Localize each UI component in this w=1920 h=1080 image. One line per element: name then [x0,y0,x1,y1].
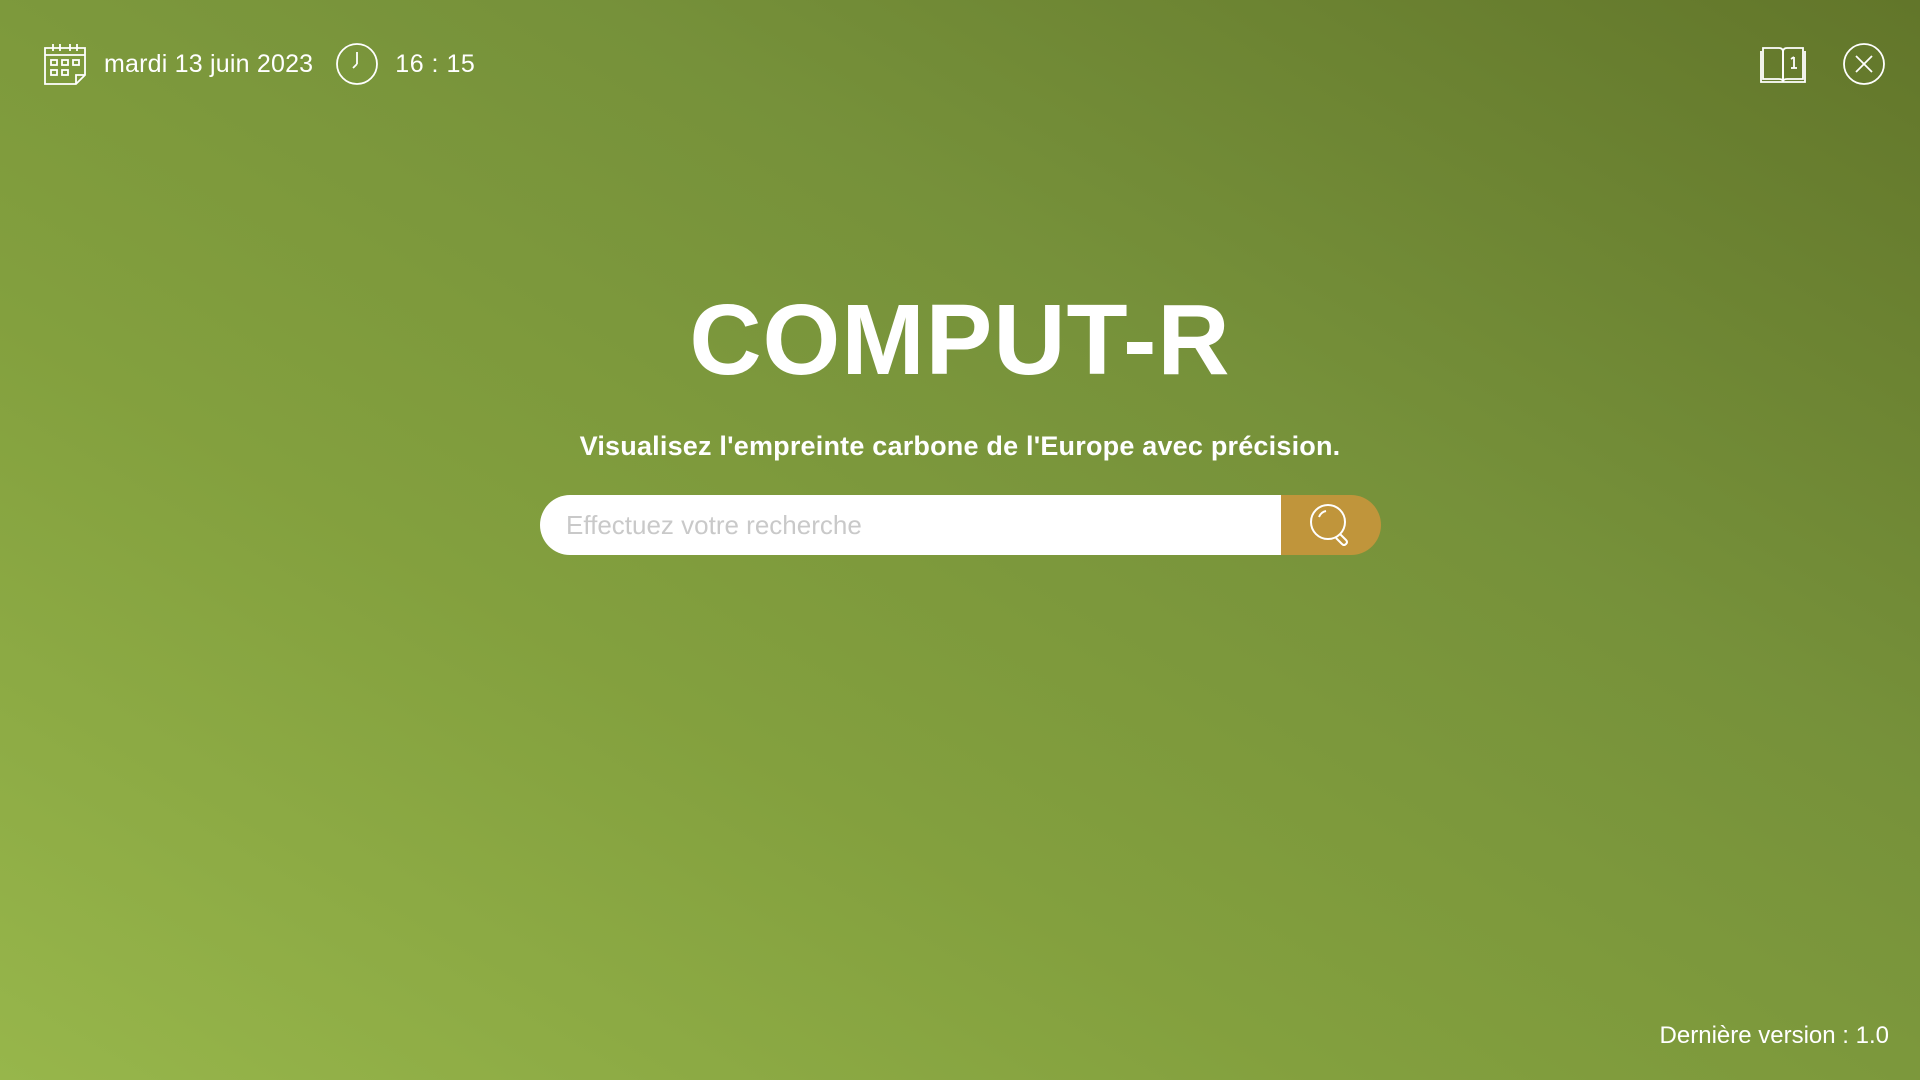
clock-icon [335,42,379,86]
header-actions [1760,40,1886,88]
hero-section: COMPUT-R Visualisez l'empreinte carbone … [0,285,1920,462]
close-icon[interactable] [1842,42,1886,86]
book-info-icon[interactable] [1760,43,1806,85]
search-input[interactable] [540,495,1281,555]
current-date: mardi 13 juin 2023 [104,49,314,78]
tagline: Visualisez l'empreinte carbone de l'Euro… [579,431,1341,461]
version-label: Dernière version : 1.0 [1659,1022,1889,1049]
header-info: mardi 13 juin 2023 16 : 15 [42,40,475,88]
current-time: 16 : 15 [395,49,476,78]
search-icon [1306,500,1356,550]
app-title: COMPUT-R [689,284,1231,396]
calendar-icon [42,41,88,87]
search-bar [540,495,1381,555]
search-button[interactable] [1281,495,1381,555]
